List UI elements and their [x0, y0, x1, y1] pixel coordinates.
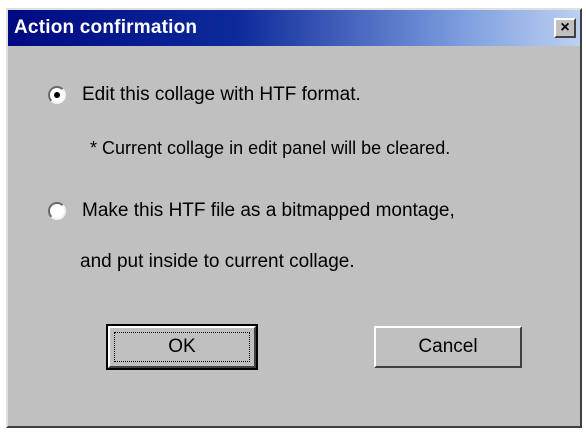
cancel-button[interactable]: Cancel [374, 326, 522, 368]
close-icon: × [560, 19, 570, 36]
dialog-title: Action confirmation [14, 17, 198, 38]
radio-edit-htf[interactable] [48, 86, 66, 104]
option-bitmapped-montage-continuation: and put inside to current collage. [80, 251, 355, 272]
clear-warning-note: * Current collage in edit panel will be … [90, 138, 451, 158]
close-button[interactable]: × [554, 18, 576, 38]
option-bitmapped-montage[interactable]: Make this HTF file as a bitmapped montag… [48, 200, 455, 222]
ok-button[interactable]: OK [106, 324, 258, 370]
option-bitmapped-montage-label: Make this HTF file as a bitmapped montag… [82, 200, 455, 221]
option-edit-htf[interactable]: Edit this collage with HTF format. [48, 84, 361, 106]
radio-bitmapped-montage[interactable] [48, 202, 66, 220]
radio-selected-dot [54, 92, 60, 98]
title-bar[interactable]: Action confirmation × [8, 10, 580, 46]
cancel-button-label: Cancel [418, 336, 478, 357]
action-confirmation-dialog: Action confirmation × Edit this collage … [6, 8, 582, 428]
focus-rectangle [114, 332, 250, 362]
option-edit-htf-label: Edit this collage with HTF format. [82, 84, 361, 105]
